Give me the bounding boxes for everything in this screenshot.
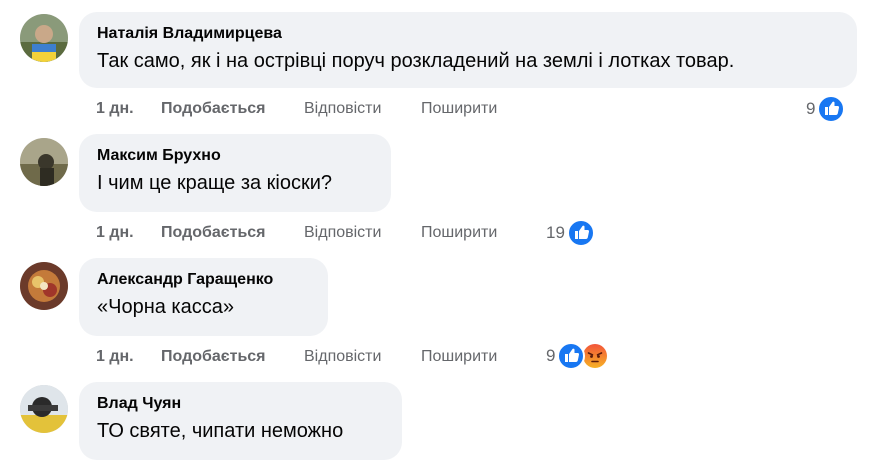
avatar[interactable]	[20, 138, 68, 186]
comment: Наталія Владимирцева Так само, як і на о…	[0, 0, 873, 130]
avatar[interactable]	[20, 14, 68, 62]
comment-text: ТО святе, чипати неможно	[97, 420, 344, 442]
comment-timestamp[interactable]: 1 дн.	[96, 221, 134, 245]
comment-actions: 1 дн. Подобається Відповісти Поширити	[96, 221, 546, 245]
like-icon	[817, 95, 846, 123]
like-icon	[557, 342, 586, 370]
share-button[interactable]: Поширити	[421, 345, 497, 369]
comment-actions: 1 дн. Подобається Відповісти Поширити	[96, 345, 546, 369]
angry-icon	[581, 342, 610, 370]
comment-author[interactable]: Наталія Владимирцева	[97, 24, 839, 44]
reaction-count: 9	[546, 346, 556, 365]
like-button[interactable]: Подобається	[161, 221, 266, 245]
reaction-summary[interactable]: 19	[546, 219, 595, 247]
comment-text: Так само, як і на острівці поруч розклад…	[97, 50, 735, 72]
comment-actions: 1 дн. Подобається Відповісти Поширити	[96, 97, 546, 121]
comment-timestamp[interactable]: 1 дн.	[96, 97, 134, 121]
comment-author[interactable]: Александр Гаращенко	[97, 270, 310, 290]
reply-button[interactable]: Відповісти	[304, 345, 381, 369]
reaction-count: 19	[546, 223, 565, 242]
like-button[interactable]: Подобається	[161, 345, 266, 369]
comment-text: І чим це краще за кіоски?	[97, 172, 333, 194]
comment-author[interactable]: Влад Чуян	[97, 394, 384, 414]
reaction-count: 9	[806, 99, 816, 118]
reaction-summary[interactable]: 9	[546, 342, 610, 370]
comment-bubble: Влад Чуян ТО святе, чипати неможно	[79, 382, 402, 460]
comment-text: «Чорна касса»	[97, 296, 234, 318]
reply-button[interactable]: Відповісти	[304, 97, 381, 121]
share-button[interactable]: Поширити	[421, 97, 497, 121]
avatar[interactable]	[20, 385, 68, 433]
like-icon	[566, 219, 595, 247]
reply-button[interactable]: Відповісти	[304, 221, 381, 245]
like-button[interactable]: Подобається	[161, 97, 266, 121]
comment-bubble: Александр Гаращенко «Чорна касса»	[79, 258, 328, 336]
reaction-summary[interactable]: 9	[806, 95, 846, 123]
avatar[interactable]	[20, 262, 68, 310]
comments-thread: Наталія Владимирцева Так само, як і на о…	[0, 0, 873, 468]
comment: Влад Чуян ТО святе, чипати неможно	[0, 380, 873, 468]
comment-timestamp[interactable]: 1 дн.	[96, 345, 134, 369]
comment: Александр Гаращенко «Чорна касса» 1 дн. …	[0, 255, 873, 380]
comment-bubble: Максим Брухно І чим це краще за кіоски?	[79, 134, 391, 212]
comment-author[interactable]: Максим Брухно	[97, 146, 373, 166]
share-button[interactable]: Поширити	[421, 221, 497, 245]
comment-bubble: Наталія Владимирцева Так само, як і на о…	[79, 12, 857, 88]
comment: Максим Брухно І чим це краще за кіоски? …	[0, 130, 873, 255]
